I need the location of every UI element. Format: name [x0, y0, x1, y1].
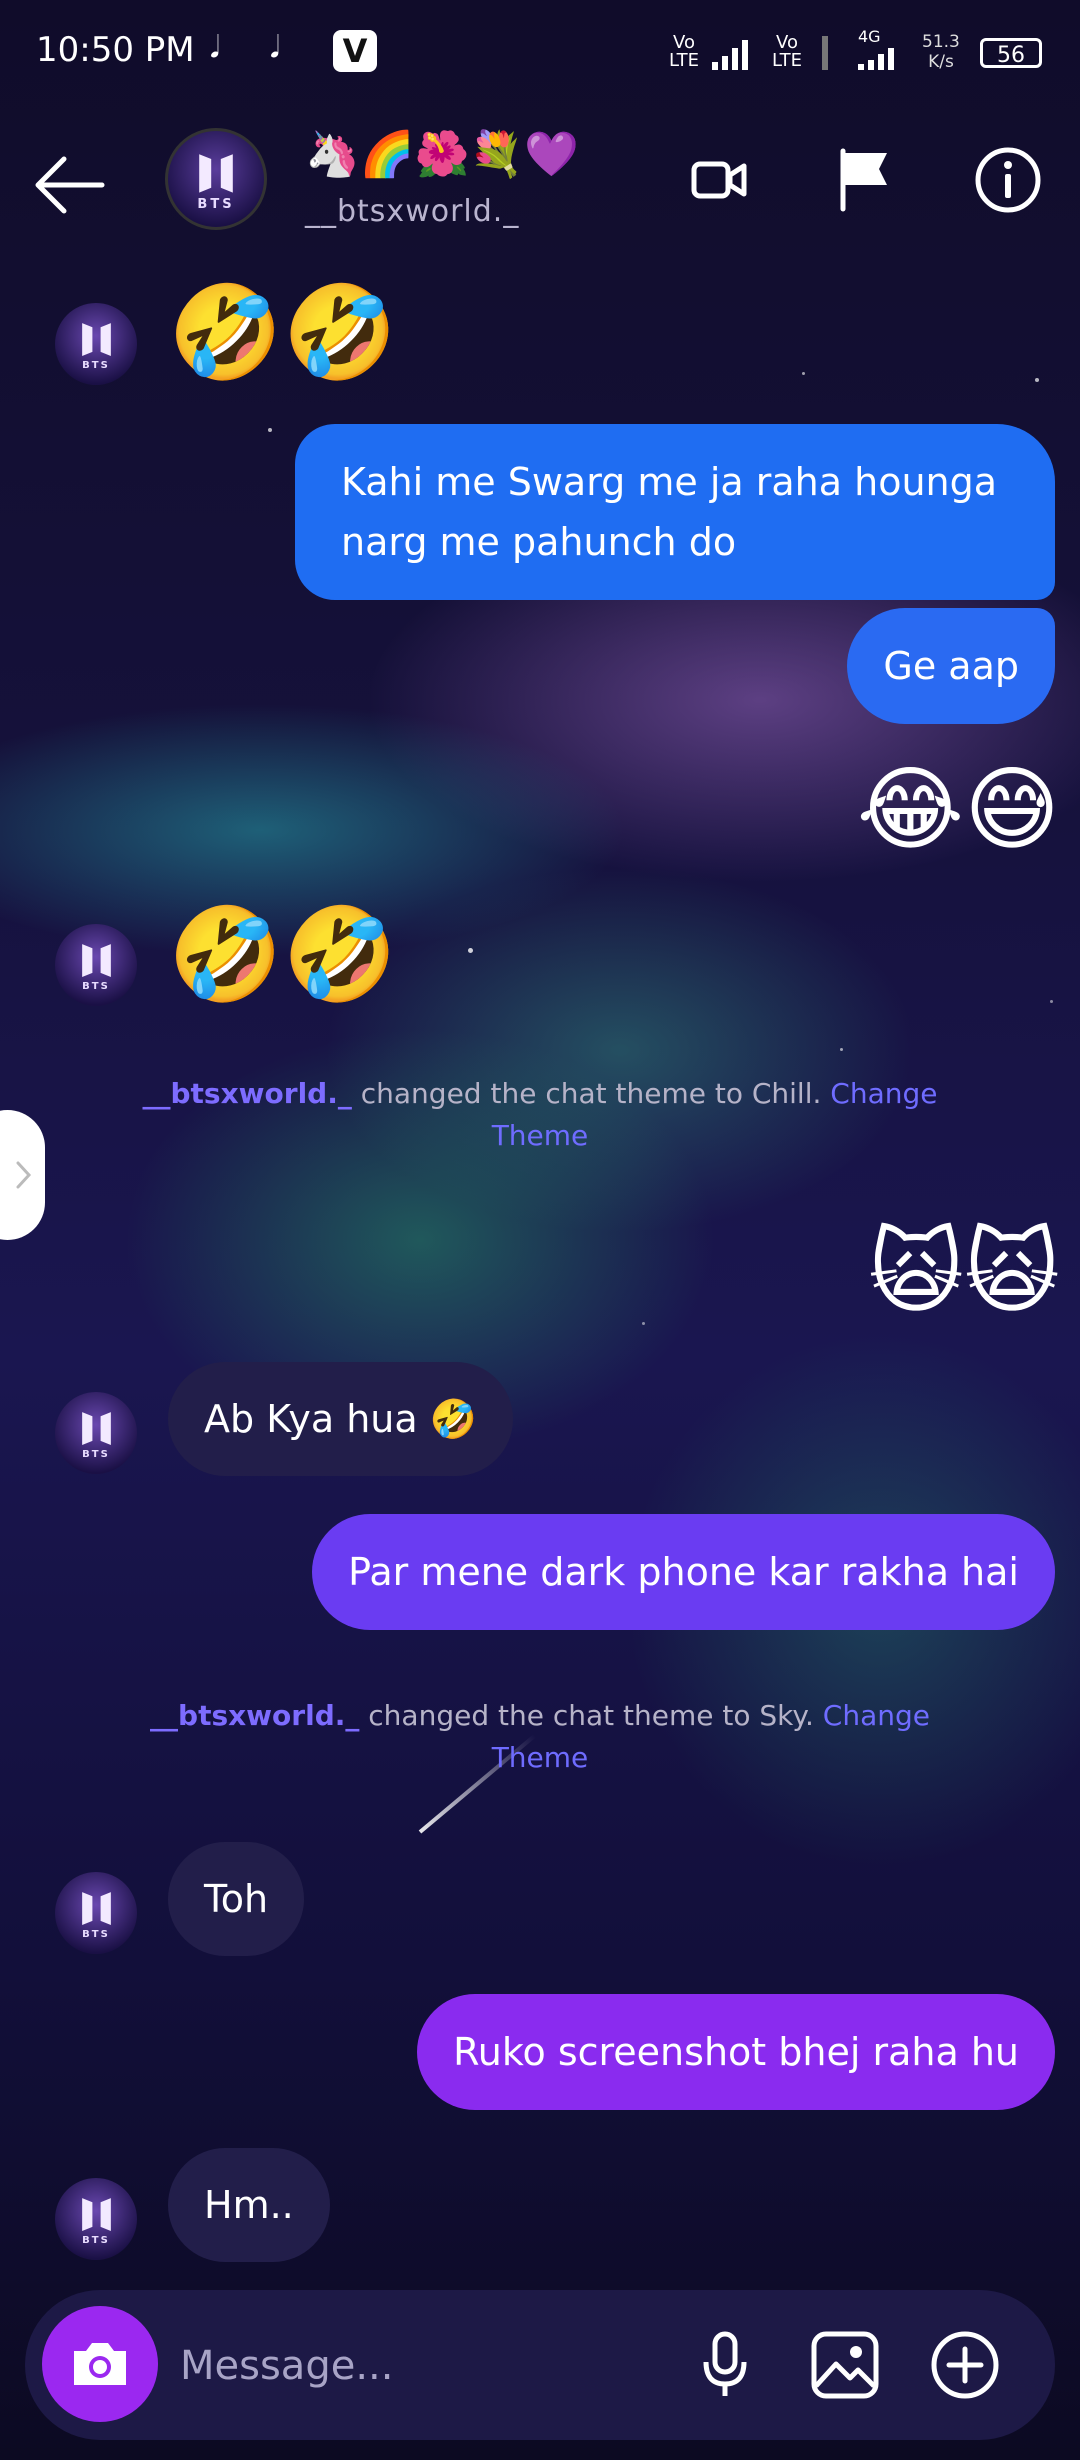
data-arrows-icon — [822, 36, 828, 70]
network-speed: 51.3 K/s — [922, 32, 960, 72]
signal-icon — [858, 46, 902, 70]
sender-avatar[interactable]: BTS — [55, 1392, 137, 1474]
sender-avatar[interactable]: BTS — [55, 303, 137, 385]
add-icon[interactable] — [920, 2320, 1010, 2410]
sent-message[interactable]: Ruko screenshot bhej raha hu — [417, 1994, 1055, 2110]
emoji-message[interactable]: 🙀🙀 — [868, 1218, 1060, 1328]
bts-logo-icon — [81, 2198, 111, 2231]
bts-logo-icon — [81, 944, 111, 977]
video-call-icon[interactable] — [680, 140, 760, 220]
sent-message[interactable]: Ge aap — [847, 608, 1055, 724]
chat-title[interactable]: 🦄🌈🌺💐💜 — [305, 128, 579, 182]
side-panel-tab[interactable] — [0, 1110, 45, 1240]
message-input[interactable] — [178, 2330, 662, 2402]
status-time: 10:50 PM — [36, 30, 195, 70]
notification-icon: 𝅘𝅥 — [270, 30, 280, 65]
received-message[interactable]: Ab Kya hua 🤣 — [168, 1362, 514, 1476]
sender-avatar[interactable]: BTS — [55, 1872, 137, 1954]
bts-logo-icon — [81, 1892, 111, 1925]
info-icon[interactable] — [968, 140, 1048, 220]
camera-button[interactable] — [42, 2306, 158, 2422]
received-message[interactable]: Hm.. — [168, 2148, 330, 2262]
camera-icon — [74, 2343, 126, 2385]
system-message: __btsxworld._ changed the chat theme to … — [142, 1077, 938, 1152]
bts-logo-icon — [199, 153, 233, 193]
signal-icon — [712, 34, 756, 70]
profile-avatar[interactable]: BTS — [165, 128, 267, 230]
flag-icon[interactable] — [825, 140, 905, 220]
sent-message[interactable]: Par mene dark phone kar rakha hai — [312, 1514, 1055, 1630]
emoji-message[interactable]: 🤣🤣 — [168, 278, 397, 388]
received-message[interactable]: Toh — [168, 1842, 305, 1956]
microphone-icon[interactable] — [680, 2320, 770, 2410]
bts-logo-icon — [81, 1412, 111, 1445]
volte-label: Vo LTE — [772, 32, 802, 71]
system-message: __btsxworld._ changed the chat theme to … — [150, 1699, 930, 1774]
emoji-message[interactable]: 😂😅 — [857, 755, 1060, 865]
sender-avatar[interactable]: BTS — [55, 2178, 137, 2260]
sent-message[interactable]: Kahi me Swarg me ja raha hounga narg me … — [295, 424, 1055, 600]
emoji-message[interactable]: 🤣🤣 — [168, 900, 397, 1010]
volte-label: Vo LTE — [669, 32, 699, 71]
bts-logo-icon — [81, 323, 111, 356]
gallery-icon[interactable] — [800, 2320, 890, 2410]
chat-username[interactable]: __btsxworld._ — [305, 194, 519, 229]
battery-indicator: 56 — [980, 38, 1042, 68]
notification-icon: 𝅘𝅥 — [210, 30, 220, 65]
back-arrow-icon[interactable] — [30, 145, 110, 225]
network-type: 4G — [858, 27, 881, 46]
app-badge: V — [333, 30, 377, 72]
sender-avatar[interactable]: BTS — [55, 924, 137, 1006]
chevron-right-icon — [16, 1161, 32, 1189]
